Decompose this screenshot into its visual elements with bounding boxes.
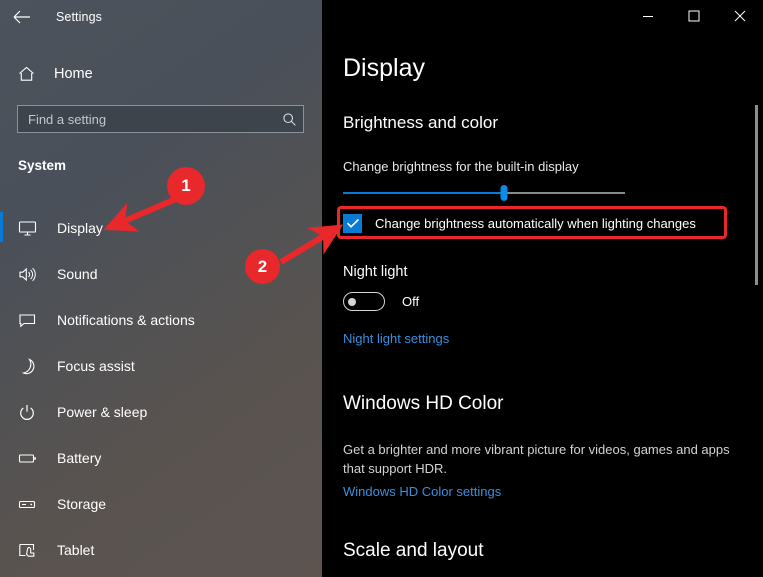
selection-indicator	[0, 212, 3, 242]
auto-brightness-checkbox-row[interactable]: Change brightness automatically when lig…	[343, 212, 696, 234]
notification-icon	[18, 309, 42, 331]
sidebar-item-display[interactable]: Display	[0, 205, 322, 251]
brightness-slider-label: Change brightness for the built-in displ…	[343, 159, 579, 174]
close-button[interactable]	[717, 0, 763, 32]
hd-color-description: Get a brighter and more vibrant picture …	[343, 442, 730, 476]
sidebar-item-notifications[interactable]: Notifications & actions	[0, 297, 322, 343]
storage-icon	[18, 493, 42, 515]
sidebar-item-label: Storage	[57, 496, 107, 512]
slider-track-remaining	[503, 192, 625, 194]
minimize-button[interactable]	[625, 0, 671, 32]
sidebar-item-label: Display	[57, 220, 103, 236]
sidebar-item-label: Notifications & actions	[57, 312, 195, 328]
monitor-icon	[18, 217, 42, 239]
auto-brightness-checkbox-label: Change brightness automatically when lig…	[375, 215, 696, 231]
sidebar-item-sound[interactable]: Sound	[0, 251, 322, 297]
settings-window: Settings Home System	[0, 0, 763, 577]
night-light-settings-link[interactable]: Night light settings	[343, 331, 449, 346]
slider-track-filled	[343, 192, 504, 194]
sidebar-item-label: Sound	[57, 266, 98, 282]
moon-icon	[18, 355, 42, 377]
checkmark-icon	[346, 218, 359, 228]
speaker-icon	[18, 263, 42, 285]
main-content: Display Brightness and color Change brig…	[322, 0, 763, 577]
search-icon[interactable]	[275, 112, 303, 127]
search-box[interactable]	[17, 105, 304, 133]
toggle-knob	[348, 297, 356, 306]
main-scrollbar[interactable]	[755, 105, 758, 285]
sidebar-item-label: Focus assist	[57, 358, 135, 374]
maximize-button[interactable]	[671, 0, 717, 32]
night-light-heading: Night light	[343, 264, 408, 280]
sidebar-item-tablet[interactable]: Tablet	[0, 527, 322, 573]
power-icon	[18, 401, 42, 423]
home-label: Home	[54, 66, 93, 82]
night-light-toggle-state: Off	[402, 294, 420, 309]
sidebar-item-home[interactable]: Home	[0, 58, 322, 90]
sidebar-nav: Display Sound Notifications & actions Fo…	[0, 205, 322, 573]
brightness-section-heading: Brightness and color	[343, 113, 498, 132]
sidebar-section-title: System	[18, 158, 67, 173]
search-input[interactable]	[18, 111, 275, 127]
night-light-toggle[interactable]	[343, 292, 385, 311]
sidebar-item-focus-assist[interactable]: Focus assist	[0, 343, 322, 389]
sidebar-item-label: Power & sleep	[57, 404, 148, 420]
sidebar-item-label: Tablet	[57, 542, 95, 558]
battery-icon	[18, 447, 42, 469]
auto-brightness-checkbox[interactable]	[343, 213, 362, 233]
back-arrow-icon[interactable]	[0, 1, 44, 33]
slider-thumb[interactable]	[500, 185, 508, 201]
hd-color-heading: Windows HD Color	[343, 393, 504, 414]
window-controls	[625, 0, 763, 32]
sidebar-item-label: Battery	[57, 450, 102, 466]
sidebar-item-power-sleep[interactable]: Power & sleep	[0, 389, 322, 435]
scale-layout-heading: Scale and layout	[343, 540, 484, 561]
sidebar-item-battery[interactable]: Battery	[0, 435, 322, 481]
app-title: Settings	[56, 10, 102, 24]
sidebar: Settings Home System	[0, 0, 322, 577]
page-title: Display	[343, 54, 425, 82]
brightness-slider[interactable]	[343, 185, 625, 201]
sidebar-item-storage[interactable]: Storage	[0, 481, 322, 527]
home-icon	[18, 66, 40, 82]
tablet-icon	[18, 539, 42, 561]
sidebar-titlebar: Settings	[0, 0, 322, 34]
hd-color-settings-link[interactable]: Windows HD Color settings	[343, 484, 501, 499]
